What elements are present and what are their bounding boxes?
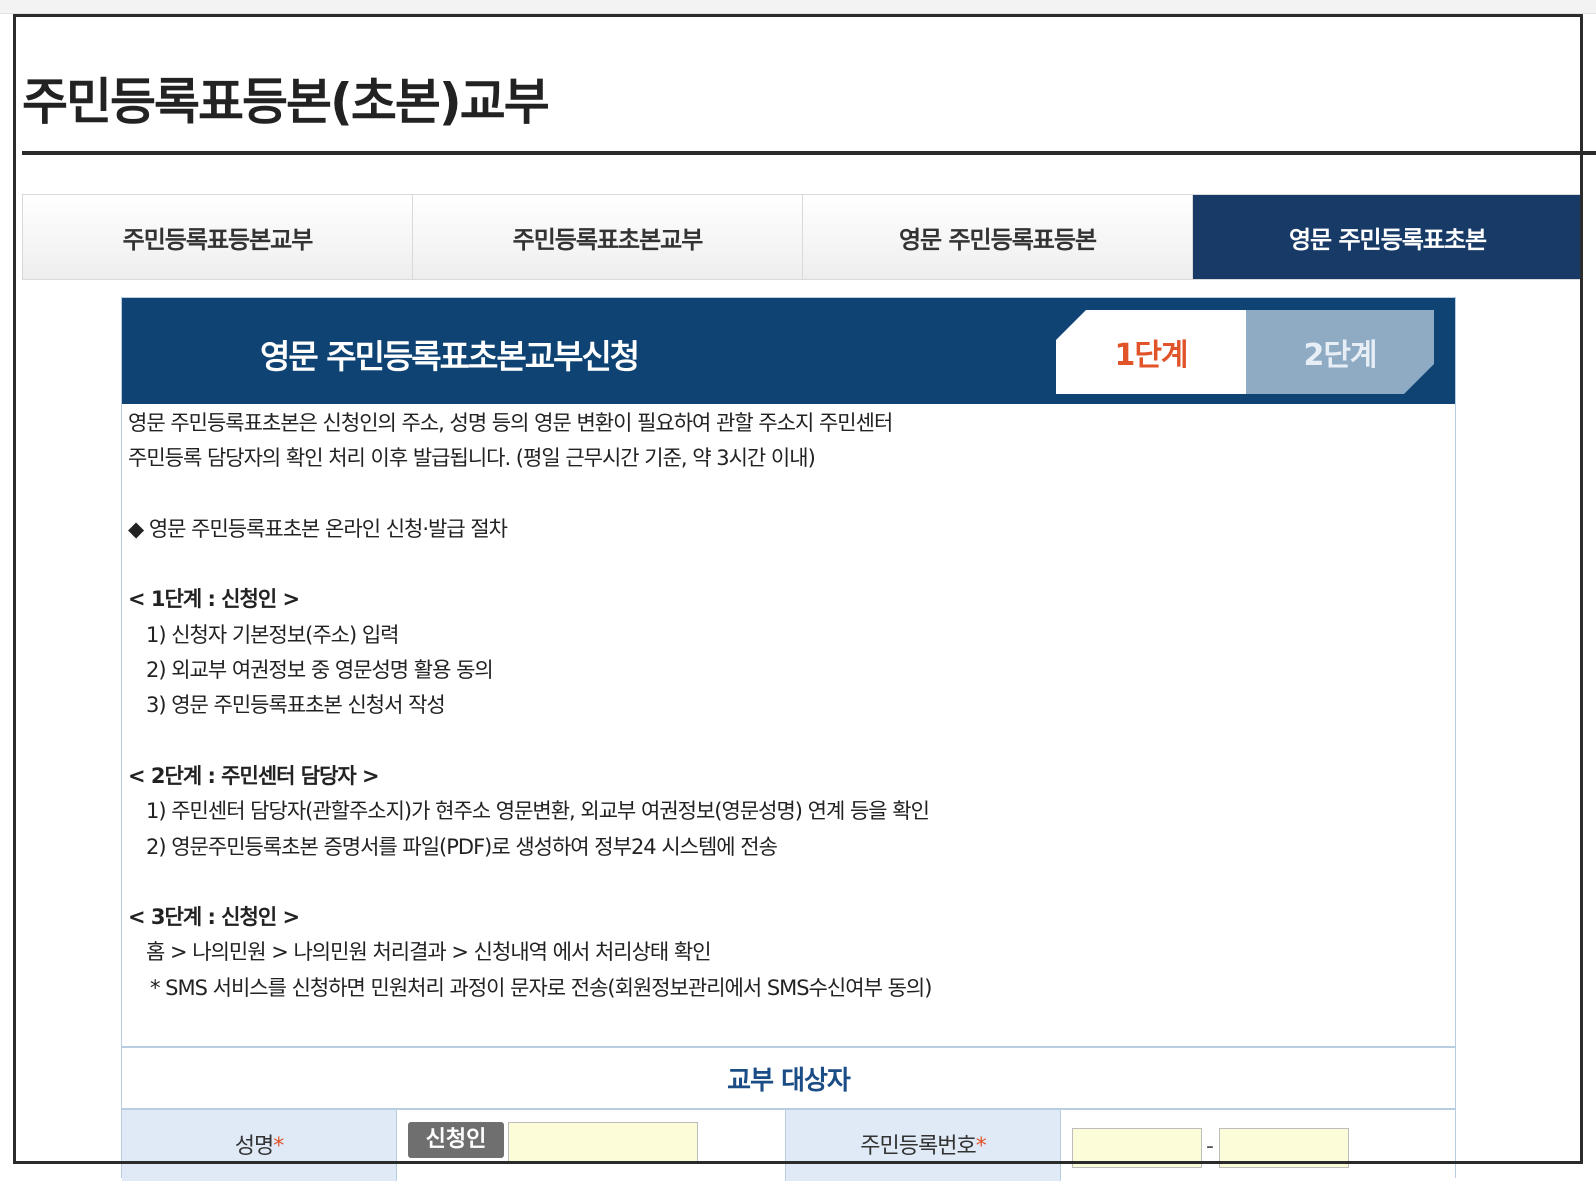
list-item: 3) 영문 주민등록표초본 신청서 작성 [146,693,446,718]
tab-english-resident-abstract[interactable]: 영문 주민등록표초본 [1193,195,1582,279]
list-item: 2) 외교부 여권정보 중 영문성명 활용 동의 [146,658,494,683]
step-1-indicator: 1단계 [1056,310,1246,394]
tab-english-resident-copy[interactable]: 영문 주민등록표등본 [803,195,1193,279]
step2-heading: < 2단계 : 주민센터 담당자 > [128,763,380,788]
panel-title: 영문 주민등록표초본교부신청 [260,337,640,376]
browser-top-strip [0,0,1596,14]
application-panel: 영문 주민등록표초본교부신청 1단계 2단계 영문 주민등록표초본은 신청인의 … [121,297,1456,1181]
recipient-form-row: 성명* 신청인 주민등록번호* - [122,1108,1455,1181]
applicant-button[interactable]: 신청인 [408,1122,504,1158]
list-item: 2) 영문주민등록초본 증명서를 파일(PDF)로 생성하여 정부24 시스템에… [146,834,778,859]
section-title: 교부 대상자 [727,1066,851,1096]
list-item: 1) 주민센터 담당자(관할주소지)가 현주소 영문변환, 외교부 여권정보(영… [146,799,930,824]
tab-bar: 주민등록표등본교부 주민등록표초본교부 영문 주민등록표등본 영문 주민등록표초… [22,194,1583,280]
procedure-info: 영문 주민등록표초본은 신청인의 주소, 성명 등의 영문 변환이 필요하여 관… [128,406,1448,1006]
step3-heading: < 3단계 : 신청인 > [128,905,300,930]
panel-header: 영문 주민등록표초본교부신청 1단계 2단계 [122,298,1455,404]
rrn-front-input[interactable] [1072,1128,1202,1168]
intro-text: 주민등록 담당자의 확인 처리 이후 발급됩니다. (평일 근무시간 기준, 약… [128,446,816,471]
tab-resident-copy[interactable]: 주민등록표등본교부 [23,195,413,279]
list-item: 홈 > 나의민원 > 나의민원 처리결과 > 신청내역 에서 처리상태 확인 [146,940,712,965]
rrn-dash: - [1206,1134,1214,1159]
page-title: 주민등록표등본(초본)교부 [22,73,550,131]
intro-text: 영문 주민등록표초본은 신청인의 주소, 성명 등의 영문 변환이 필요하여 관… [128,411,893,435]
list-item: 1) 신청자 기본정보(주소) 입력 [146,622,400,647]
section-divider [122,1046,1455,1048]
tab-resident-abstract[interactable]: 주민등록표초본교부 [413,195,803,279]
step1-heading: < 1단계 : 신청인 > [128,587,300,612]
procedure-title: ◆ 영문 주민등록표초본 온라인 신청·발급 절차 [128,516,508,541]
title-divider [22,151,1596,155]
step-2-indicator: 2단계 [1246,310,1434,394]
rrn-label: 주민등록번호* [785,1110,1061,1181]
name-label: 성명* [122,1110,397,1181]
sms-note: * SMS 서비스를 신청하면 민원처리 과정이 문자로 전송(회원정보관리에서… [150,975,932,1000]
required-mark: * [273,1134,284,1159]
required-mark: * [975,1134,987,1159]
rrn-back-input[interactable] [1219,1128,1349,1168]
name-input[interactable] [508,1122,698,1162]
